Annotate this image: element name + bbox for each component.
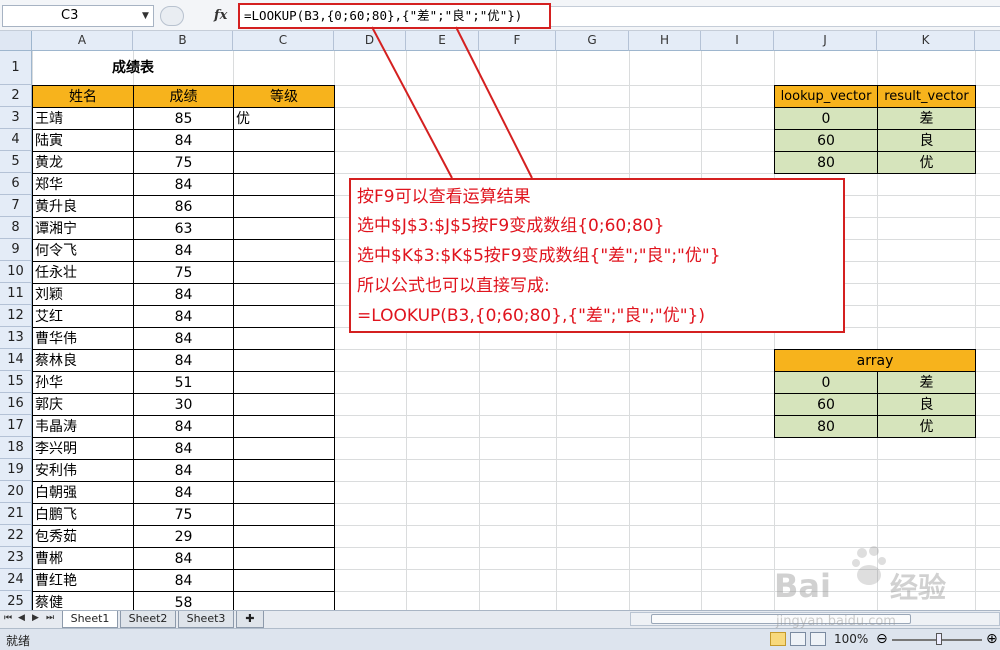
next-sheet-icon[interactable]: ▶ [32,613,39,623]
last-sheet-icon[interactable]: ⏭ [46,613,54,623]
zoom-out-icon[interactable]: ⊖ [876,631,888,647]
insert-sheet-icon[interactable]: ✚ [236,611,264,628]
normal-view-icon[interactable] [770,632,786,646]
prev-sheet-icon[interactable]: ◀ [18,613,25,623]
page-layout-view-icon[interactable] [790,632,806,646]
page-break-view-icon[interactable] [810,632,826,646]
baidu-watermark: Bai 经验 jingyan.baidu.com [774,546,946,629]
zoom-level[interactable]: 100% [834,632,868,646]
zoom-in-icon[interactable]: ⊕ [986,631,998,647]
status-text: 就绪 [6,634,31,648]
annotation-arrow [371,26,453,179]
svg-text:经验: 经验 [890,571,946,604]
svg-text:jingyan.baidu.com: jingyan.baidu.com [775,614,896,629]
tab-sheet2[interactable]: Sheet2 [120,611,176,628]
status-bar: 就绪 100% ⊖ ⊕ [0,628,1000,650]
annotation-arrow [455,26,533,179]
zoom-slider-thumb[interactable] [936,633,942,645]
svg-text:Bai: Bai [774,567,831,605]
first-sheet-icon[interactable]: ⏮ [4,613,12,623]
tab-sheet3[interactable]: Sheet3 [178,611,234,628]
tab-sheet1[interactable]: Sheet1 [62,611,118,628]
